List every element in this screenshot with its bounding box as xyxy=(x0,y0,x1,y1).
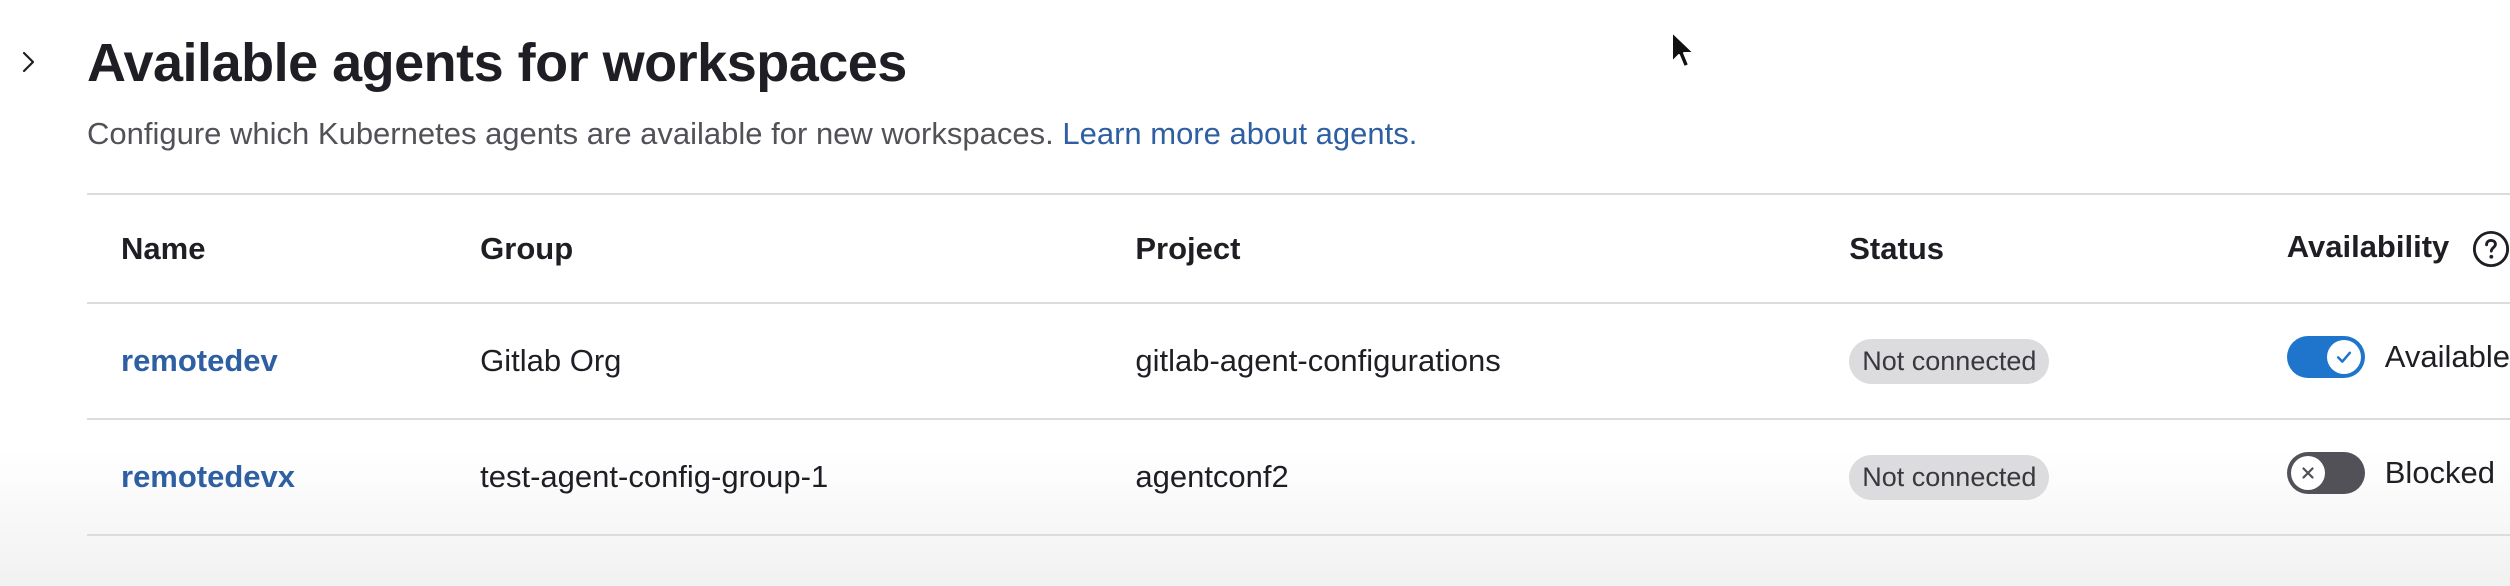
column-header-group[interactable]: Group xyxy=(446,194,1102,304)
column-header-project[interactable]: Project xyxy=(1101,194,1816,304)
table-header-row: Name Group Project Status Availability xyxy=(87,194,2510,304)
cell-name: remotedev xyxy=(87,303,447,420)
column-header-availability: Availability xyxy=(2252,194,2510,304)
status-badge: Not connected xyxy=(1849,338,2050,384)
cell-status: Not connected xyxy=(1815,419,2253,536)
agents-table: Name Group Project Status Availability r… xyxy=(87,193,2510,536)
cell-group: Gitlab Org xyxy=(446,303,1102,420)
cell-project: agentconf2 xyxy=(1101,419,1816,536)
availability-toggle[interactable] xyxy=(2286,336,2365,378)
column-header-status[interactable]: Status xyxy=(1815,194,2253,304)
agent-link-remotedev[interactable]: remotedev xyxy=(121,343,278,378)
cell-availability: Blocked xyxy=(2252,419,2510,536)
section-description: Configure which Kubernetes agents are av… xyxy=(87,116,1417,152)
section-title: Available agents for workspaces xyxy=(87,33,907,93)
table-row: remotedevx test-agent-config-group-1 age… xyxy=(87,419,2510,536)
cell-project: gitlab-agent-configurations xyxy=(1101,303,1816,420)
availability-toggle[interactable] xyxy=(2286,452,2365,494)
availability-label: Blocked xyxy=(2384,455,2496,490)
toggle-knob xyxy=(2326,340,2361,374)
cell-status: Not connected xyxy=(1815,303,2253,420)
mouse-cursor-icon xyxy=(1671,31,1695,68)
availability-toggle-group: Available xyxy=(2286,336,2510,378)
availability-header-label: Availability xyxy=(2286,229,2450,265)
cell-name: remotedevx xyxy=(87,419,447,536)
status-badge: Not connected xyxy=(1849,454,2050,500)
check-icon xyxy=(2336,351,2351,363)
cell-group: test-agent-config-group-1 xyxy=(446,419,1102,536)
agent-link-remotedevx[interactable]: remotedevx xyxy=(121,459,295,494)
question-circle-icon[interactable] xyxy=(2472,230,2510,268)
learn-more-link[interactable]: Learn more about agents. xyxy=(1062,116,1417,151)
toggle-knob xyxy=(2290,456,2325,490)
close-icon xyxy=(2302,467,2314,479)
description-text: Configure which Kubernetes agents are av… xyxy=(87,116,1054,151)
column-header-name[interactable]: Name xyxy=(87,194,447,304)
availability-toggle-group: Blocked xyxy=(2286,452,2496,494)
cell-availability: Available xyxy=(2252,303,2510,420)
chevron-right-icon[interactable] xyxy=(16,50,40,74)
availability-label: Available xyxy=(2384,339,2510,374)
table-row: remotedev Gitlab Org gitlab-agent-config… xyxy=(87,303,2510,420)
